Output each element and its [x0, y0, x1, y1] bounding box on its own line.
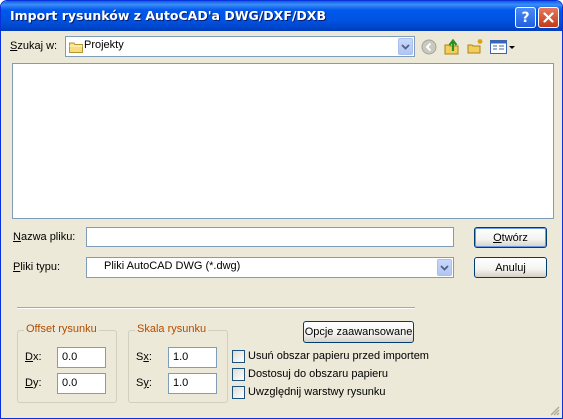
chevron-down-icon: [440, 264, 449, 271]
open-button[interactable]: Otwórz: [474, 227, 547, 248]
sy-input[interactable]: 1.0: [168, 373, 217, 394]
lookin-value: Projekty: [84, 39, 124, 51]
offset-group-title: Offset rysunku: [24, 323, 99, 335]
remove-paper-space-checkbox[interactable]: [232, 350, 245, 363]
import-dialog: Import rysunków z AutoCAD'a DWG/DXF/DXB …: [0, 0, 563, 419]
close-icon: [543, 12, 554, 23]
sy-label: Sy:: [136, 377, 152, 389]
help-icon: ?: [521, 9, 530, 26]
cancel-button[interactable]: Anuluj: [474, 257, 547, 278]
dx-label: Dx:: [25, 351, 42, 363]
fit-paper-space-label: Dostosuj do obszaru papieru: [248, 368, 389, 380]
lookin-combo[interactable]: Projekty: [65, 36, 415, 57]
remove-paper-space-label: Usuń obszar papieru przed importem: [248, 350, 429, 362]
new-folder-icon[interactable]: [467, 38, 484, 55]
filetype-dropdown-button[interactable]: [437, 259, 452, 276]
resize-grip-icon[interactable]: [548, 404, 560, 416]
filetype-label: Pliki typu:: [13, 261, 61, 273]
dx-input[interactable]: 0.0: [57, 347, 106, 368]
fit-paper-space-checkbox[interactable]: [232, 368, 245, 381]
separator: [17, 307, 415, 309]
back-icon[interactable]: [421, 39, 437, 55]
up-folder-icon[interactable]: [444, 38, 460, 55]
lookin-label: Szukaj w:: [10, 40, 58, 52]
sx-input[interactable]: 1.0: [168, 347, 217, 368]
include-layers-label: Uwzględnij warstwy rysunku: [248, 386, 386, 398]
dialog-title: Import rysunków z AutoCAD'a DWG/DXF/DXB: [10, 8, 326, 23]
dy-label: Dy:: [25, 377, 42, 389]
filetype-value: Pliki AutoCAD DWG (*.dwg): [104, 260, 241, 272]
advanced-options-button[interactable]: Opcje zaawansowane: [303, 321, 414, 343]
help-button[interactable]: ?: [515, 7, 536, 28]
folder-icon: [69, 42, 83, 53]
scale-group-title: Skala rysunku: [135, 323, 209, 335]
filename-label: Nazwa pliku:: [13, 231, 76, 243]
title-bar[interactable]: Import rysunków z AutoCAD'a DWG/DXF/DXB …: [1, 1, 562, 31]
view-menu-icon: [490, 40, 515, 54]
lookin-dropdown-button[interactable]: [398, 38, 413, 55]
view-menu-button[interactable]: [490, 39, 516, 55]
filetype-select[interactable]: Pliki AutoCAD DWG (*.dwg): [86, 257, 454, 278]
file-list[interactable]: [12, 63, 554, 219]
include-layers-checkbox[interactable]: [232, 386, 245, 399]
sx-label: Sx:: [136, 351, 152, 363]
chevron-down-icon: [401, 43, 410, 50]
filename-input[interactable]: [86, 227, 454, 247]
dy-input[interactable]: 0.0: [57, 373, 106, 394]
close-button[interactable]: [538, 7, 559, 28]
